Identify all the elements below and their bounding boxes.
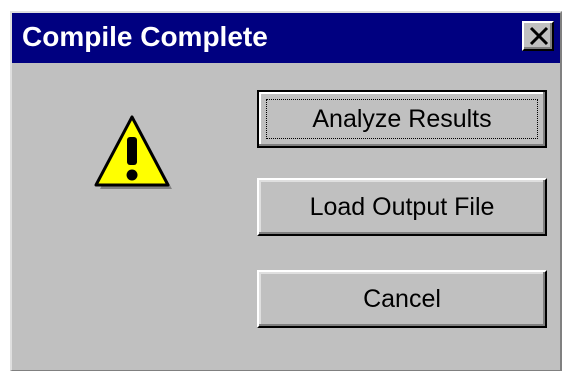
cancel-label: Cancel (363, 284, 441, 313)
warning-icon (94, 115, 172, 189)
load-output-file-label: Load Output File (309, 192, 495, 221)
close-icon (529, 26, 549, 46)
analyze-results-label: Analyze Results (312, 104, 492, 133)
title-bar[interactable]: Compile Complete (12, 13, 560, 63)
cancel-button[interactable]: Cancel (257, 270, 547, 328)
close-button[interactable] (522, 21, 554, 51)
compile-complete-dialog: Compile Complete Analyze Results Load Ou… (10, 11, 562, 371)
analyze-results-button[interactable]: Analyze Results (257, 90, 547, 148)
load-output-file-button[interactable]: Load Output File (257, 178, 547, 236)
dialog-title: Compile Complete (22, 21, 268, 52)
